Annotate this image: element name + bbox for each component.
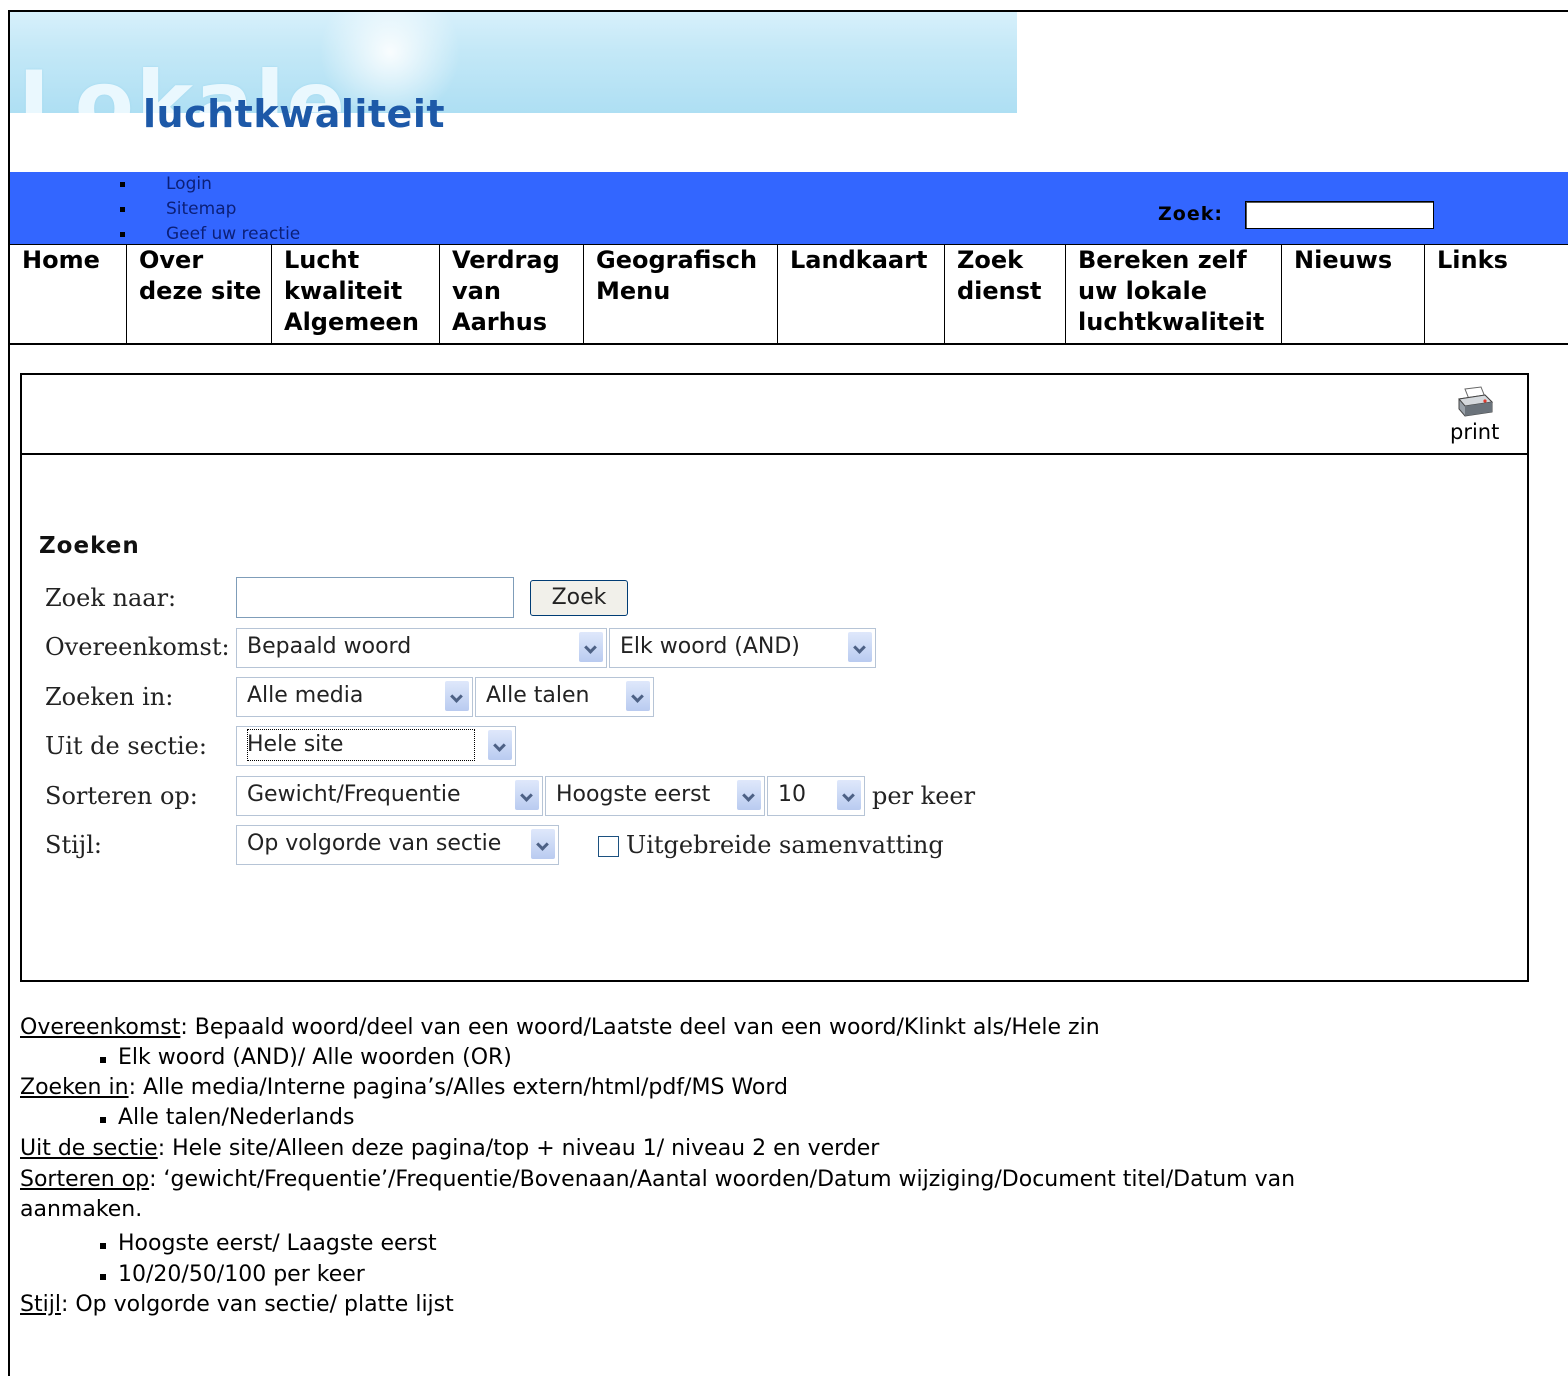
taal-select[interactable]: Alle talen xyxy=(475,677,654,717)
chevron-down-icon xyxy=(488,730,512,760)
note-text: : Alle media/Interne pagina’s/Alles exte… xyxy=(128,1075,788,1100)
note-text: : Bepaald woord/deel van een woord/Laats… xyxy=(180,1015,1100,1040)
utility-links: Login Sitemap Geef uw reactie xyxy=(118,172,300,247)
stijl-select[interactable]: Op volgorde van sectie xyxy=(236,825,559,865)
note-text: : ‘gewicht/Frequentie’/Frequentie/Bovena… xyxy=(149,1167,1296,1192)
note-overeenkomst: Overeenkomst: Bepaald woord/deel van een… xyxy=(20,1015,1100,1040)
note-text: : Hele site/Alleen deze pagina/top + niv… xyxy=(157,1136,880,1161)
note-text: : Op volgorde van sectie/ platte lijst xyxy=(60,1292,454,1317)
note-stijl: Stijl: Op volgorde van sectie/ platte li… xyxy=(20,1292,454,1317)
login-link[interactable]: Login xyxy=(118,172,300,197)
label-zoeken-in: Zoeken in: xyxy=(45,683,174,711)
bullet xyxy=(100,1274,106,1280)
taal-select-value: Alle talen xyxy=(486,683,590,708)
note-sorteren-cont: aanmaken. xyxy=(20,1197,143,1222)
logo-word-luchtkwaliteit: luchtkwaliteit xyxy=(143,92,446,136)
chevron-down-icon xyxy=(848,632,872,662)
overeenkomst-select[interactable]: Bepaald woord xyxy=(236,628,607,668)
label-overeenkomst: Overeenkomst: xyxy=(45,633,230,661)
note-sorteren: Sorteren op: ‘gewicht/Frequentie’/Freque… xyxy=(20,1167,1295,1192)
note-term: Overeenkomst xyxy=(20,1015,181,1040)
sitemap-link[interactable]: Sitemap xyxy=(118,197,300,222)
note-term: Zoeken in xyxy=(20,1075,129,1100)
uitgebreide-samenvatting-checkbox[interactable] xyxy=(598,836,619,857)
label-zoek-naar: Zoek naar: xyxy=(45,584,177,612)
aantal-select[interactable]: 10 xyxy=(767,776,865,816)
note-sub: Hoogste eerst/ Laagste eerst xyxy=(118,1231,437,1256)
label-uit-de-sectie: Uit de sectie: xyxy=(45,732,207,760)
chevron-down-icon xyxy=(579,632,603,662)
note-sectie: Uit de sectie: Hele site/Alleen deze pag… xyxy=(20,1136,879,1161)
note-sub: Alle talen/Nederlands xyxy=(118,1105,355,1130)
nav-landkaart[interactable]: Landkaart xyxy=(778,245,945,343)
bullet xyxy=(100,1243,106,1249)
chevron-down-icon xyxy=(445,681,469,711)
uitgebreide-samenvatting-label: Uitgebreide samenvatting xyxy=(626,831,944,859)
volgorde-select-value: Hoogste eerst xyxy=(556,782,711,807)
chevron-down-icon xyxy=(737,780,761,810)
nav-verdrag-van-aarhus[interactable]: Verdrag van Aarhus xyxy=(440,245,584,343)
per-keer-label: per keer xyxy=(872,782,976,810)
bullet xyxy=(100,1057,106,1063)
nav-links[interactable]: Links xyxy=(1425,245,1568,343)
nav-luchtkwaliteit-algemeen[interactable]: Lucht kwaliteit Algemeen xyxy=(272,245,440,343)
note-term: Sorteren op xyxy=(20,1167,150,1192)
aantal-select-value: 10 xyxy=(778,782,806,807)
search-term-input[interactable] xyxy=(236,577,514,618)
media-select[interactable]: Alle media xyxy=(236,677,473,717)
zoek-button[interactable]: Zoek xyxy=(530,580,628,616)
overeenkomst-select-value: Bepaald woord xyxy=(247,634,412,659)
header-search-input[interactable] xyxy=(1245,201,1434,229)
woord-logica-select[interactable]: Elk woord (AND) xyxy=(609,628,876,668)
panel-divider xyxy=(22,453,1527,455)
nav-bereken-zelf[interactable]: Bereken zelf uw lokale luchtkwaliteit xyxy=(1066,245,1283,343)
label-sorteren-op: Sorteren op: xyxy=(45,782,198,810)
print-label[interactable]: print xyxy=(1450,420,1499,444)
printer-icon[interactable] xyxy=(1455,385,1495,419)
label-stijl: Stijl: xyxy=(45,831,102,859)
stijl-select-value: Op volgorde van sectie xyxy=(247,831,502,856)
note-term: Stijl xyxy=(20,1292,61,1317)
nav-over-deze-site[interactable]: Over deze site xyxy=(127,245,272,343)
sorteer-select[interactable]: Gewicht/Frequentie xyxy=(236,776,543,816)
nav-nieuws[interactable]: Nieuws xyxy=(1282,245,1425,343)
nav-geografisch-menu[interactable]: Geografisch Menu xyxy=(584,245,778,343)
bullet xyxy=(100,1117,106,1123)
nav-zoek-dienst[interactable]: Zoek dienst xyxy=(945,245,1066,343)
sectie-select-value: Hele site xyxy=(247,729,475,761)
note-sub: 10/20/50/100 per keer xyxy=(118,1262,365,1287)
sorteer-select-value: Gewicht/Frequentie xyxy=(247,782,461,807)
chevron-down-icon xyxy=(837,780,861,810)
main-nav: Home Over deze site Lucht kwaliteit Alge… xyxy=(10,244,1568,345)
nav-home[interactable]: Home xyxy=(10,245,126,343)
chevron-down-icon xyxy=(626,681,650,711)
sectie-select[interactable]: Hele site xyxy=(236,726,516,766)
note-zoeken-in: Zoeken in: Alle media/Interne pagina’s/A… xyxy=(20,1075,788,1100)
header-search-label: Zoek: xyxy=(1158,203,1223,225)
note-term: Uit de sectie xyxy=(20,1136,158,1161)
woord-logica-select-value: Elk woord (AND) xyxy=(620,634,800,659)
volgorde-select[interactable]: Hoogste eerst xyxy=(545,776,765,816)
chevron-down-icon xyxy=(531,829,555,859)
form-title: Zoeken xyxy=(39,533,140,559)
media-select-value: Alle media xyxy=(247,683,364,708)
note-sub: Elk woord (AND)/ Alle woorden (OR) xyxy=(118,1045,512,1070)
chevron-down-icon xyxy=(515,780,539,810)
